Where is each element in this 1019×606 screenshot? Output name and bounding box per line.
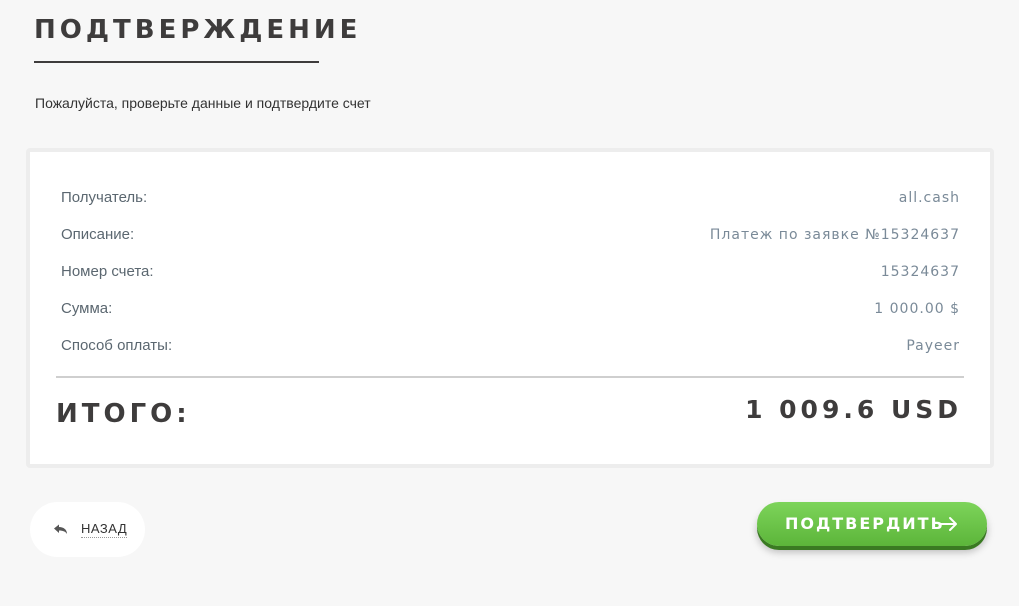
title-underline (34, 61, 319, 63)
detail-value: 1 000.00 $ (874, 301, 960, 317)
detail-label: Сумма: (61, 300, 113, 317)
arrow-right-icon (940, 517, 957, 531)
detail-value: 15324637 (880, 264, 960, 280)
detail-label: Получатель: (61, 189, 148, 206)
detail-label: Способ оплаты: (61, 337, 173, 354)
undo-icon (54, 524, 67, 534)
page-subtitle: Пожалуйста, проверьте данные и подтверди… (35, 95, 371, 111)
back-button-label: НАЗАД (81, 521, 128, 538)
detail-row-payment-method: Способ оплаты: Payeer (60, 336, 960, 356)
detail-row-account-number: Номер счета: 15324637 (60, 262, 960, 282)
total-label: ИТОГО: (56, 399, 191, 429)
detail-value: Payeer (906, 338, 960, 354)
confirm-button[interactable]: ПОДТВЕРДИТЬ (757, 502, 987, 546)
detail-label: Описание: (61, 226, 135, 243)
back-button[interactable]: НАЗАД (30, 502, 145, 557)
detail-row-description: Описание: Платеж по заявке №15324637 (60, 225, 960, 245)
confirm-button-label: ПОДТВЕРДИТЬ (785, 514, 945, 533)
invoice-details-card: Получатель: all.cash Описание: Платеж по… (26, 148, 994, 468)
total-value: 1 009.6 USD (745, 395, 962, 424)
detail-label: Номер счета: (61, 263, 154, 280)
detail-value: all.cash (898, 190, 960, 206)
detail-value: Платеж по заявке №15324637 (709, 227, 960, 243)
detail-row-amount: Сумма: 1 000.00 $ (60, 299, 960, 319)
page-title: ПОДТВЕРЖДЕНИЕ (34, 15, 362, 45)
detail-row-recipient: Получатель: all.cash (60, 188, 960, 208)
divider (56, 376, 964, 378)
